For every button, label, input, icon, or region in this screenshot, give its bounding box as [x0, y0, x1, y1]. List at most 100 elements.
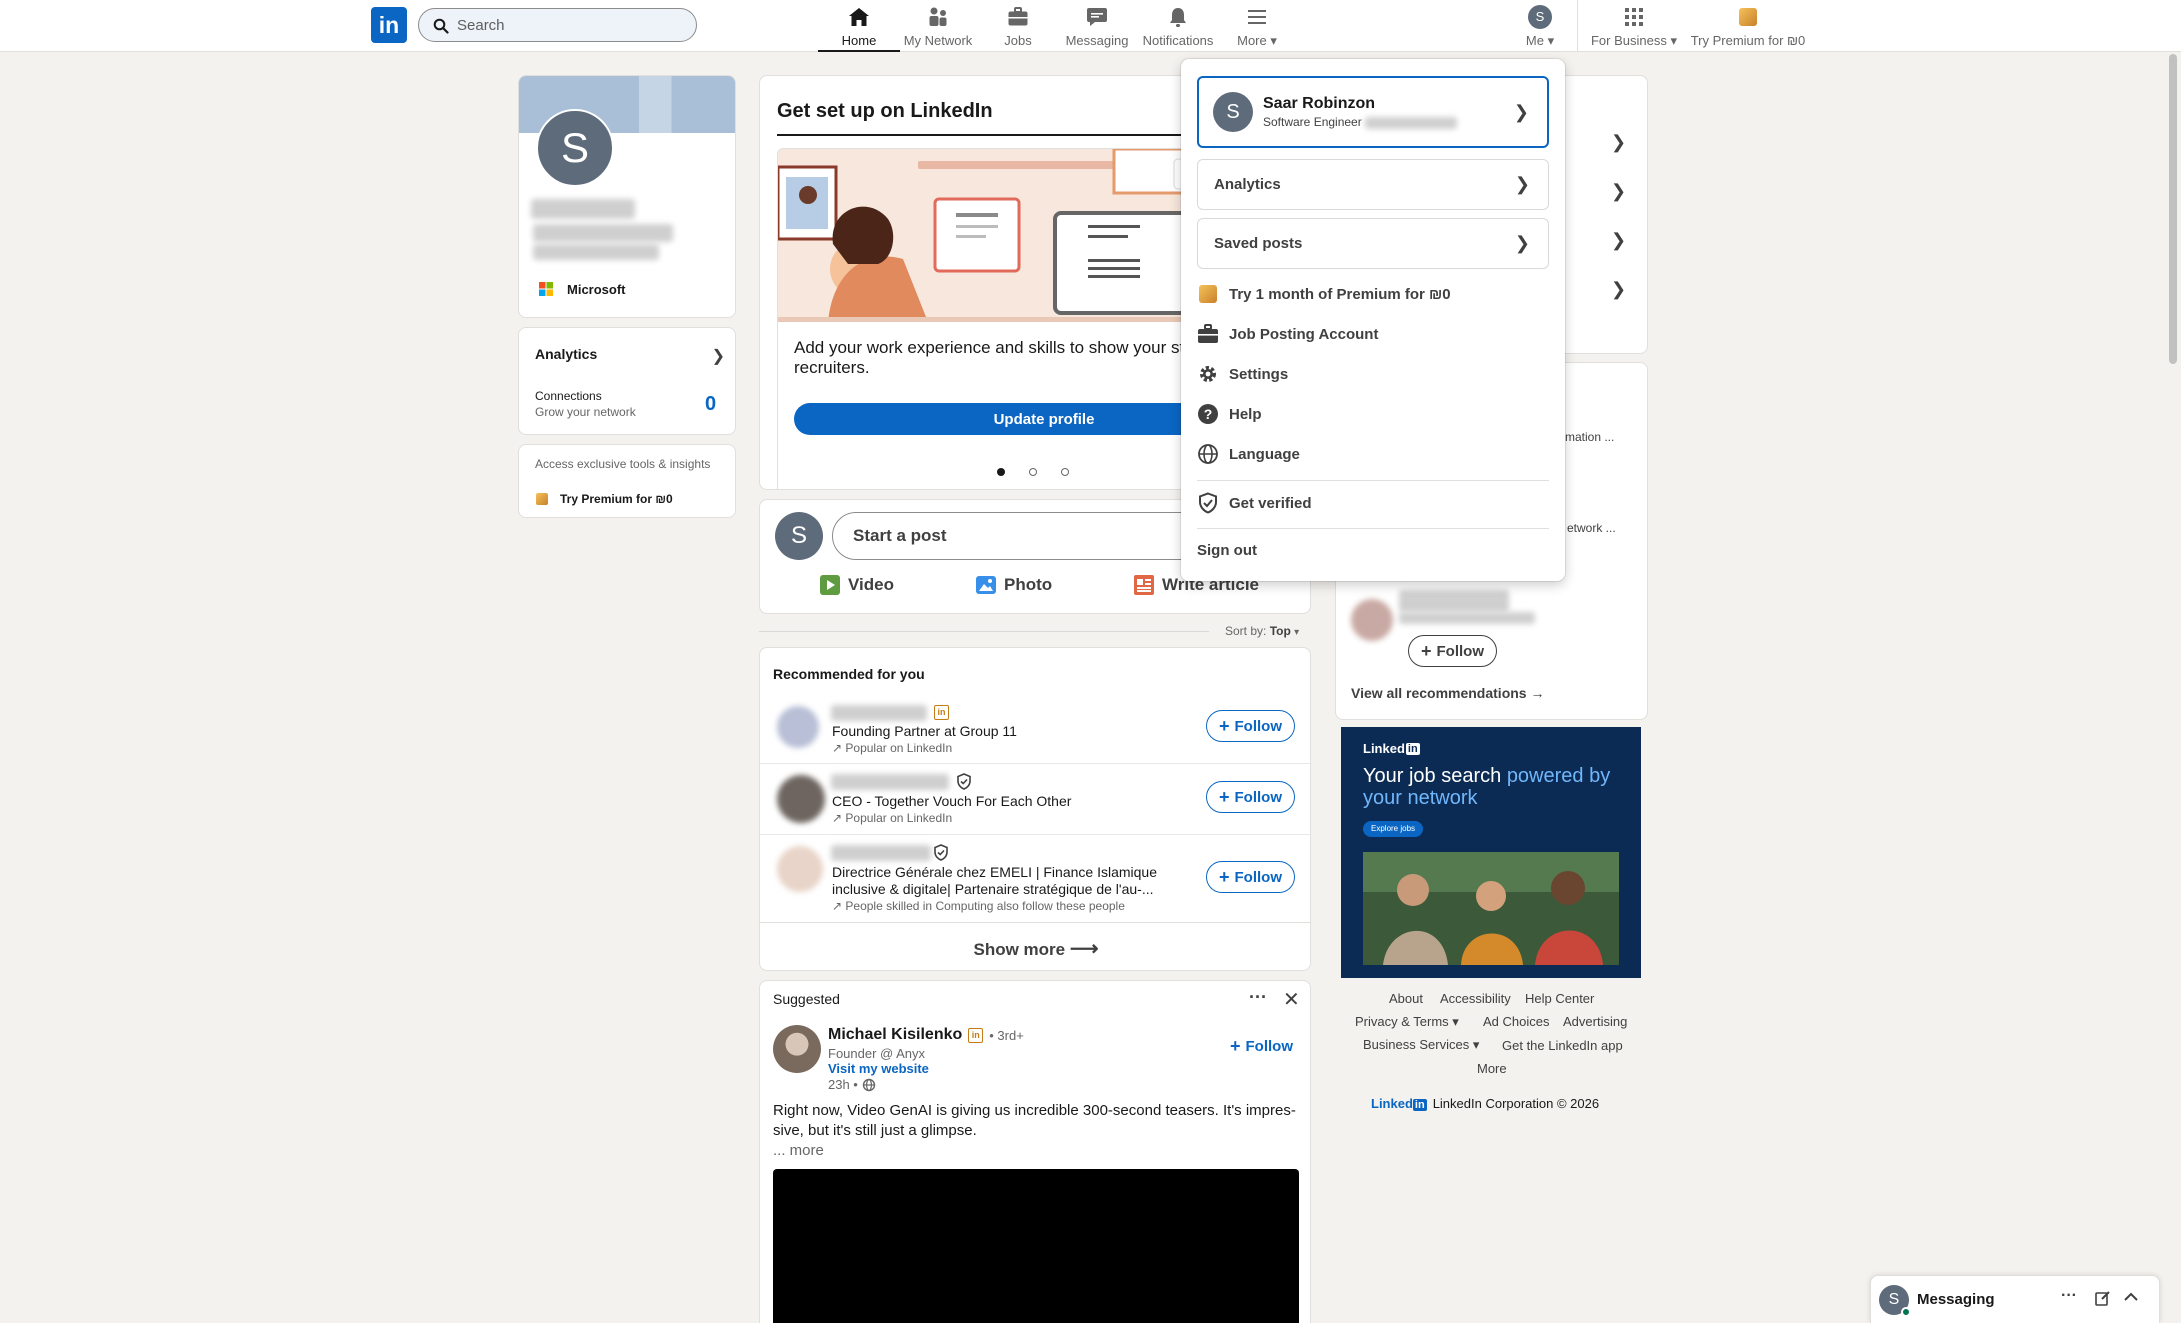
footer-advertising-link[interactable]: Advertising [1563, 1014, 1627, 1029]
visit-website-link[interactable]: Visit my website [828, 1061, 929, 1076]
author-name[interactable]: Michael Kisilenko [828, 1026, 962, 1044]
footer-accessibility-link[interactable]: Accessibility [1440, 991, 1511, 1006]
follow-button[interactable]: + Follow [1408, 635, 1498, 667]
connections-link[interactable]: Connections Grow your network [535, 389, 636, 419]
follow-button[interactable]: + Follow [1206, 781, 1296, 813]
nav-for-business-label: For Business ▾ [1590, 33, 1677, 48]
feed-suggestion-avatar[interactable] [1351, 599, 1393, 641]
nav-my-network[interactable]: My Network [900, 0, 976, 52]
recommended-avatar[interactable] [777, 846, 823, 892]
chevron-right-icon[interactable]: ❯ [1611, 279, 1626, 300]
scrollbar-thumb[interactable] [2169, 54, 2177, 364]
suggested-label: Suggested [773, 991, 840, 1007]
post-photo-button[interactable]: Photo [976, 575, 1052, 595]
connections-count[interactable]: 0 [705, 393, 716, 416]
me-menu-try-premium[interactable]: Try 1 month of Premium for ₪0 [1197, 278, 1549, 310]
recommended-reason: ↗ Popular on LinkedIn [832, 811, 953, 825]
recommended-avatar[interactable] [777, 775, 825, 823]
footer-more-link[interactable]: More [1477, 1061, 1507, 1076]
recommended-avatar[interactable] [777, 706, 819, 748]
more-options-icon[interactable]: ··· [1249, 987, 1267, 1008]
show-more-button[interactable]: Show more ⟶ [760, 936, 1310, 961]
article-icon [1134, 575, 1154, 595]
me-menu-help[interactable]: ? Help [1197, 398, 1549, 430]
footer-linkedin-logo: Linked in [1371, 1096, 1427, 1111]
profile-avatar[interactable]: S [536, 109, 614, 187]
setup-text: Add your work experience and skills to s… [794, 338, 1200, 377]
messaging-bar[interactable]: S Messaging ··· [1870, 1275, 2160, 1323]
chevron-right-icon[interactable]: ❯ [1611, 230, 1626, 251]
ad-explore-jobs-button[interactable]: Explore jobs [1363, 821, 1424, 837]
nav-more-label: More ▾ [1237, 33, 1277, 48]
connections-sub: Grow your network [535, 405, 636, 419]
carousel-dot-3[interactable] [1061, 468, 1069, 476]
nav-for-business[interactable]: For Business ▾ [1586, 0, 1682, 52]
carousel-dot-2[interactable] [1029, 468, 1037, 476]
post-video[interactable] [773, 1169, 1299, 1323]
footer-get-app-link[interactable]: Get the LinkedIn app [1502, 1038, 1623, 1053]
nav-messaging[interactable]: Messaging [1060, 0, 1134, 52]
me-menu-avatar: S [1213, 92, 1253, 132]
nav-home[interactable]: Home [818, 0, 900, 52]
author-avatar[interactable] [773, 1025, 821, 1073]
me-menu-job-posting-account[interactable]: Job Posting Account [1197, 318, 1549, 350]
follow-button[interactable]: + Follow [1206, 710, 1296, 742]
close-icon[interactable]: ✕ [1283, 987, 1300, 1012]
recommended-name-redacted[interactable] [831, 705, 927, 721]
scrollbar-track[interactable] [2165, 52, 2181, 1323]
compose-icon[interactable] [2095, 1290, 2111, 1306]
feed-suggestion-snippet: etwork ... [1567, 521, 1616, 535]
network-icon [926, 5, 950, 29]
nav-me[interactable]: S Me ▾ [1512, 0, 1568, 52]
top-navigation: in Home My Network Jobs Messaging Notifi… [0, 0, 2181, 52]
profile-headline-redacted [533, 224, 673, 242]
carousel-dot-1[interactable] [997, 468, 1005, 476]
search-bar[interactable] [418, 8, 697, 42]
footer-business-services-link[interactable]: Business Services ▾ [1363, 1037, 1479, 1053]
nav-jobs-label: Jobs [1004, 33, 1032, 48]
footer-help-center-link[interactable]: Help Center [1525, 991, 1594, 1006]
me-menu-saved-posts[interactable]: Saved posts ❯ [1197, 218, 1549, 269]
see-more-link[interactable]: ... more [773, 1142, 824, 1159]
job-search-ad[interactable]: Linked in Your job search powered by your … [1341, 727, 1641, 978]
recommended-title: Recommended for you [773, 666, 925, 682]
recommended-name-redacted[interactable] [831, 774, 949, 790]
follow-author-button[interactable]: + Follow [1224, 1030, 1300, 1062]
sort-dropdown[interactable]: Sort by: Top ▾ [1225, 624, 1299, 638]
analytics-link[interactable]: Analytics ❯ [535, 346, 725, 366]
recommended-name-redacted[interactable] [831, 845, 931, 861]
me-menu-divider [1197, 480, 1549, 481]
follow-button[interactable]: + Follow [1206, 861, 1296, 893]
recommended-row: Directrice Générale chez EMELI | Finance… [760, 841, 1310, 921]
me-menu-settings[interactable]: Settings [1197, 358, 1549, 390]
post-box-avatar[interactable]: S [775, 512, 823, 560]
chevron-up-icon[interactable] [2123, 1291, 2139, 1303]
grid-icon [1622, 5, 1646, 29]
me-menu-get-verified[interactable]: Get verified [1197, 487, 1549, 519]
post-video-button[interactable]: Video [820, 575, 894, 595]
messaging-label: Messaging [1917, 1291, 1995, 1308]
view-profile-button[interactable]: S Saar Robinzon Software Engineer ❯ [1197, 76, 1549, 148]
view-all-recommendations-link[interactable]: View all recommendations → [1351, 685, 1544, 701]
footer-ad-choices-link[interactable]: Ad Choices [1483, 1014, 1549, 1029]
nav-try-premium[interactable]: Try Premium for ₪0 [1690, 0, 1806, 52]
profile-company[interactable]: Microsoft [567, 282, 626, 297]
chevron-right-icon[interactable]: ❯ [1611, 181, 1626, 202]
footer-privacy-terms-link[interactable]: Privacy & Terms ▾ [1355, 1014, 1459, 1030]
premium-icon [536, 493, 548, 505]
footer-about-link[interactable]: About [1389, 991, 1423, 1006]
nav-jobs[interactable]: Jobs [986, 0, 1050, 52]
sign-out-link[interactable]: Sign out [1197, 542, 1257, 559]
premium-link[interactable]: Try Premium for ₪0 [560, 492, 673, 506]
premium-card[interactable]: Access exclusive tools & insights Try Pr… [518, 444, 736, 518]
more-options-icon[interactable]: ··· [2061, 1287, 2077, 1305]
nav-notifications[interactable]: Notifications [1138, 0, 1218, 52]
recommended-card: Recommended for you in Founding Partner … [759, 647, 1311, 971]
linkedin-logo[interactable]: in [371, 7, 407, 43]
search-input[interactable] [457, 15, 687, 35]
nav-more[interactable]: More ▾ [1226, 0, 1288, 52]
feed-suggestion-name-redacted[interactable] [1399, 590, 1509, 612]
me-menu-language[interactable]: Language [1197, 438, 1549, 470]
chevron-right-icon[interactable]: ❯ [1611, 132, 1626, 153]
me-menu-analytics[interactable]: Analytics ❯ [1197, 159, 1549, 210]
